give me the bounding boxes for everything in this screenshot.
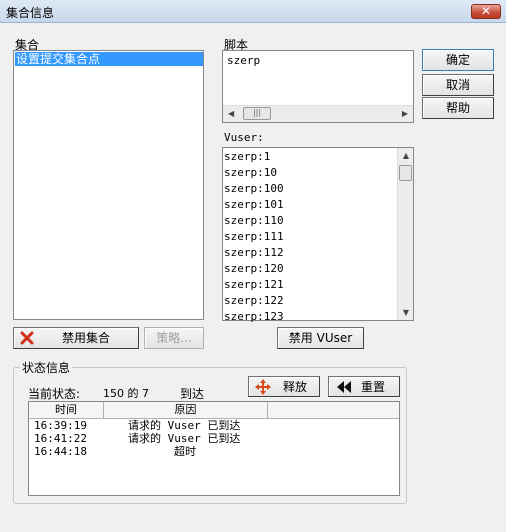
reset-label: 重置 xyxy=(361,380,386,394)
list-item[interactable]: szerp:1 xyxy=(224,149,270,165)
close-icon: ✕ xyxy=(480,4,492,18)
arrival-count: 150 的 7 xyxy=(103,387,149,400)
arrived-label: 到达 xyxy=(180,387,205,401)
release-label: 释放 xyxy=(283,380,308,394)
list-item[interactable]: szerp:100 xyxy=(224,181,284,197)
list-item[interactable]: szerp:111 xyxy=(224,229,284,245)
row-reason: 请求的 Vuser 已到达 xyxy=(128,432,241,445)
help-button[interactable]: 帮助 xyxy=(422,97,494,119)
row-time: 16:44:18 xyxy=(34,445,87,458)
list-item[interactable]: szerp:121 xyxy=(224,277,284,293)
close-button[interactable]: ✕ xyxy=(471,4,501,19)
rendezvous-item-label: 设置提交集合点 xyxy=(16,52,101,66)
x-icon xyxy=(20,331,34,345)
rendezvous-list[interactable]: 设置提交集合点 xyxy=(13,50,204,320)
rewind-icon xyxy=(337,381,351,393)
disable-rendezvous-button[interactable]: 禁用集合 xyxy=(13,327,139,349)
scroll-up-icon[interactable]: ▲ xyxy=(398,148,414,163)
current-status-label: 当前状态: xyxy=(28,387,81,401)
vuser-list[interactable]: szerp:1 szerp:10 szerp:100 szerp:101 szerp:1… xyxy=(222,147,414,323)
scroll-thumb[interactable]: ||| xyxy=(243,107,271,120)
reset-button[interactable]: 重置 xyxy=(328,376,400,397)
table-header: 时间 原因 xyxy=(29,402,399,419)
policy-button[interactable]: 策略... xyxy=(144,327,204,349)
row-reason: 超时 xyxy=(174,445,196,458)
list-item[interactable]: szerp xyxy=(227,54,260,67)
ok-button[interactable]: 确定 xyxy=(422,49,494,71)
status-table[interactable]: 时间 原因 16:39:19 请求的 Vuser 已到达 16:41:22 请求的 V… xyxy=(28,401,400,496)
list-item[interactable]: szerp:101 xyxy=(224,197,284,213)
row-reason: 请求的 Vuser 已到达 xyxy=(128,419,241,432)
column-header-reason[interactable]: 原因 xyxy=(104,402,268,418)
row-time: 16:41:22 xyxy=(34,432,87,445)
release-button[interactable]: 释放 xyxy=(248,376,320,397)
list-item[interactable]: szerp:122 xyxy=(224,293,284,309)
status-group-title: 状态信息 xyxy=(20,359,73,376)
horizontal-scrollbar[interactable]: ◀ ||| ▶ xyxy=(223,105,413,122)
scroll-down-icon[interactable]: ▼ xyxy=(398,305,414,320)
column-header-time[interactable]: 时间 xyxy=(29,402,104,418)
table-row[interactable]: 16:41:22 请求的 Vuser 已到达 xyxy=(29,432,399,445)
list-item[interactable]: szerp:10 xyxy=(224,165,277,181)
row-time: 16:39:19 xyxy=(34,419,87,432)
script-list[interactable]: szerp ◀ ||| ▶ xyxy=(222,50,414,123)
scroll-thumb[interactable] xyxy=(399,165,412,181)
vertical-scrollbar[interactable]: ▲ ▼ xyxy=(397,148,413,320)
list-item[interactable]: szerp:110 xyxy=(224,213,284,229)
disable-rendezvous-label: 禁用集合 xyxy=(62,331,111,345)
cancel-button[interactable]: 取消 xyxy=(422,74,494,96)
scroll-right-icon[interactable]: ▶ xyxy=(402,106,408,121)
list-item[interactable]: szerp:112 xyxy=(224,245,284,261)
title-bar: 集合信息 ✕ xyxy=(0,0,506,23)
list-item[interactable]: szerp:120 xyxy=(224,261,284,277)
window-title: 集合信息 xyxy=(6,6,55,20)
table-row[interactable]: 16:44:18 超时 xyxy=(29,445,399,458)
vuser-label: Vuser: xyxy=(224,131,264,144)
move-icon xyxy=(255,379,271,395)
scroll-left-icon[interactable]: ◀ xyxy=(228,106,234,121)
table-row[interactable]: 16:39:19 请求的 Vuser 已到达 xyxy=(29,419,399,432)
list-item[interactable]: szerp:123 xyxy=(224,309,284,325)
list-item[interactable]: 设置提交集合点 xyxy=(15,52,203,66)
disable-vuser-button[interactable]: 禁用 VUser xyxy=(277,327,364,349)
